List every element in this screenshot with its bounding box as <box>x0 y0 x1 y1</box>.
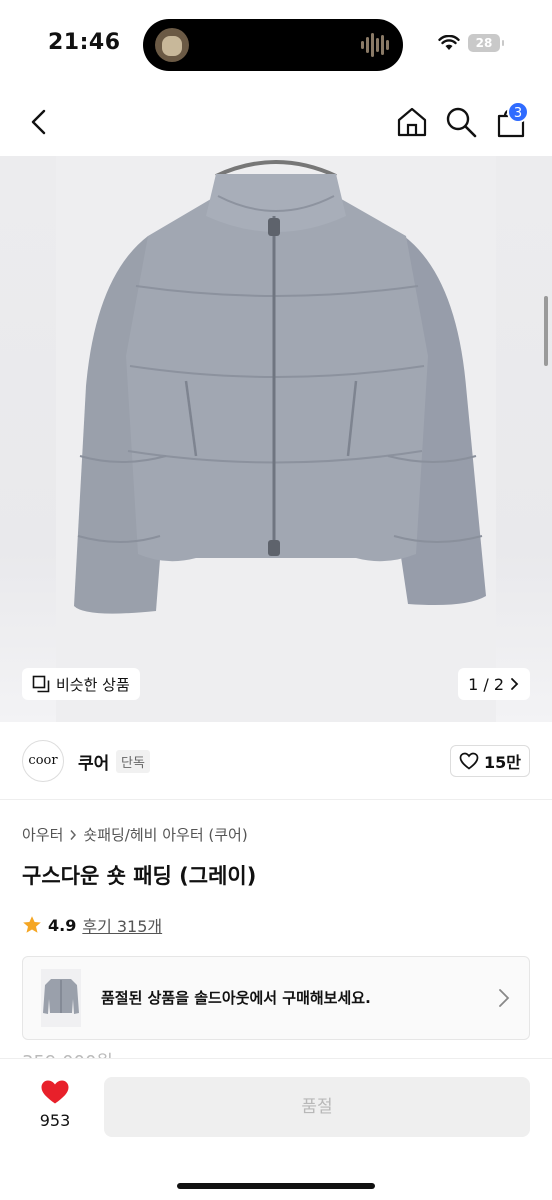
heart-filled-icon <box>41 1080 69 1104</box>
status-bar: 21:46 28 <box>0 0 552 92</box>
top-nav <box>0 92 552 156</box>
product-image-carousel[interactable]: 비슷한 상품 1 / 2 <box>0 156 552 722</box>
brand-like-button[interactable]: 15만 <box>450 745 530 777</box>
rating-row: 4.9 후기 315개 <box>22 913 162 937</box>
brand-name[interactable]: 쿠어 <box>78 749 109 774</box>
breadcrumb: 아우터 숏패딩/헤비 아우터 (쿠어) <box>22 824 248 845</box>
copy-squares-icon <box>32 675 50 693</box>
chevron-right-icon <box>511 678 519 690</box>
chevron-right-icon <box>499 989 510 1007</box>
status-time: 21:46 <box>48 30 121 55</box>
back-arrow-icon[interactable] <box>22 104 58 140</box>
scroll-indicator <box>544 296 548 366</box>
audio-wave-icon <box>361 31 389 59</box>
image-pager-button[interactable]: 1 / 2 <box>458 668 530 700</box>
brand-row: coor 쿠어 단독 15만 <box>0 722 552 800</box>
wishlist-button[interactable]: 953 <box>30 1079 80 1130</box>
reviews-link[interactable]: 후기 315개 <box>82 913 162 937</box>
exclusive-badge: 단독 <box>116 750 150 773</box>
home-indicator <box>177 1183 375 1189</box>
dynamic-island[interactable] <box>143 19 403 71</box>
chevron-right-icon <box>70 829 77 840</box>
similar-products-label: 비슷한 상품 <box>56 675 130 694</box>
puffer-jacket-illustration <box>74 160 486 614</box>
star-icon <box>23 916 41 933</box>
brand-logo[interactable]: coor <box>22 740 64 782</box>
home-icon[interactable] <box>394 104 430 140</box>
bottom-action-bar: 953 품절 <box>0 1058 552 1200</box>
status-icons: 28 <box>438 34 504 52</box>
rating-score: 4.9 <box>48 915 77 935</box>
battery-indicator: 28 <box>468 34 504 52</box>
product-title: 구스다운 숏 패딩 (그레이) <box>22 864 257 888</box>
search-icon[interactable] <box>443 104 479 140</box>
soldout-purchase-button[interactable]: 품절 <box>104 1077 530 1137</box>
island-avatar <box>155 28 189 62</box>
soldout-thumbnail <box>41 969 81 1027</box>
product-photo <box>56 156 496 722</box>
wifi-icon <box>438 35 460 50</box>
similar-products-button[interactable]: 비슷한 상품 <box>22 668 140 700</box>
breadcrumb-item[interactable]: 아우터 <box>22 824 63 845</box>
brand-like-count: 15만 <box>484 753 521 772</box>
soldout-banner[interactable]: 품절된 상품을 솔드아웃에서 구매해보세요. <box>22 956 530 1040</box>
wishlist-count: 953 <box>39 1111 71 1130</box>
cart-count-badge: 3 <box>507 101 529 123</box>
heart-outline-icon <box>459 752 479 770</box>
breadcrumb-item[interactable]: 숏패딩/헤비 아우터 (쿠어) <box>83 824 247 845</box>
soldout-banner-text: 품절된 상품을 솔드아웃에서 구매해보세요. <box>101 989 371 1007</box>
image-pager-label: 1 / 2 <box>468 674 504 694</box>
